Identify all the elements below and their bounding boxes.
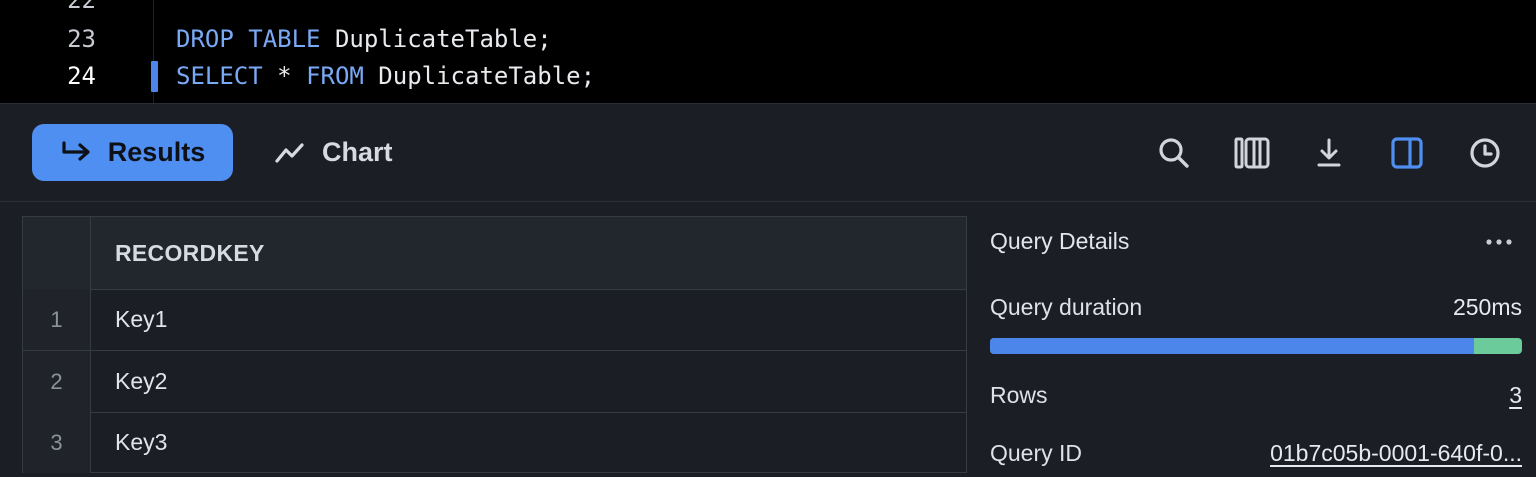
download-icon[interactable] xyxy=(1311,135,1347,171)
code-text[interactable]: DROP TABLE DuplicateTable; xyxy=(176,21,552,57)
search-icon[interactable] xyxy=(1156,135,1192,171)
tab-results[interactable]: Results xyxy=(32,124,233,181)
query-id-link[interactable]: 01b7c05b-0001-640f-0... xyxy=(1270,440,1522,467)
line-number: 24 xyxy=(67,62,96,90)
tab-chart[interactable]: Chart xyxy=(262,124,434,181)
rows-label: Rows xyxy=(990,382,1048,408)
columns-icon[interactable] xyxy=(1234,135,1270,171)
sql-editor[interactable]: 22 23 DROP TABLE DuplicateTable; 24 SELE… xyxy=(0,0,1536,104)
query-id-label: Query ID xyxy=(990,440,1083,466)
editor-line[interactable]: 22 xyxy=(0,0,1536,18)
line-number: 22 xyxy=(67,0,96,14)
line-chart-icon xyxy=(274,141,306,165)
table-cell[interactable]: Key2 xyxy=(115,351,167,412)
table-cell[interactable]: Key1 xyxy=(115,289,167,350)
results-toolbar: Results Chart xyxy=(0,104,1536,202)
sql-operator: * xyxy=(262,62,307,90)
table-header: RECORDKEY xyxy=(23,217,966,290)
table-cell[interactable]: Key3 xyxy=(115,412,167,473)
tab-chart-label: Chart xyxy=(322,137,393,167)
code-text[interactable]: SELECT * FROM DuplicateTable; xyxy=(176,58,595,94)
query-duration-bar-fill xyxy=(990,338,1475,354)
history-icon[interactable] xyxy=(1467,135,1503,171)
sql-keyword: SELECT xyxy=(176,62,263,90)
row-number: 2 xyxy=(23,351,91,412)
editor-line[interactable]: 23 DROP TABLE DuplicateTable; xyxy=(0,21,1536,57)
tab-results-label: Results xyxy=(107,137,206,167)
panel-toggle-icon[interactable] xyxy=(1389,135,1425,171)
table-corner-cell xyxy=(23,217,91,289)
rows-value-link[interactable]: 3 xyxy=(1509,382,1522,409)
sql-worksheet: 22 23 DROP TABLE DuplicateTable; 24 SELE… xyxy=(0,0,1536,477)
current-line-marker xyxy=(151,61,158,92)
query-duration-bar xyxy=(990,338,1522,354)
sql-keyword: FROM xyxy=(306,62,364,90)
results-table: RECORDKEY 1 Key1 2 Key2 3 Key3 xyxy=(22,216,967,473)
return-arrow-icon xyxy=(60,140,94,165)
query-details-title: Query Details xyxy=(990,228,1130,254)
sql-identifier: DuplicateTable; xyxy=(363,62,596,90)
query-duration-label: Query duration xyxy=(990,294,1143,320)
query-details-panel: Query Details Query duration 250ms Rows … xyxy=(990,216,1522,477)
query-duration-value: 250ms xyxy=(1452,294,1522,320)
editor-line-current[interactable]: 24 SELECT * FROM DuplicateTable; xyxy=(0,58,1536,94)
table-row[interactable]: 2 Key2 xyxy=(23,351,966,413)
row-number: 1 xyxy=(23,289,91,350)
table-row[interactable]: 3 Key3 xyxy=(23,412,966,473)
line-number: 23 xyxy=(67,25,96,53)
row-number: 3 xyxy=(23,412,91,473)
sql-identifier: DuplicateTable; xyxy=(320,25,552,53)
more-options-icon[interactable] xyxy=(1484,230,1514,254)
table-row[interactable]: 1 Key1 xyxy=(23,289,966,351)
column-header-recordkey[interactable]: RECORDKEY xyxy=(115,217,265,289)
sql-keyword: DROP TABLE xyxy=(176,25,321,53)
